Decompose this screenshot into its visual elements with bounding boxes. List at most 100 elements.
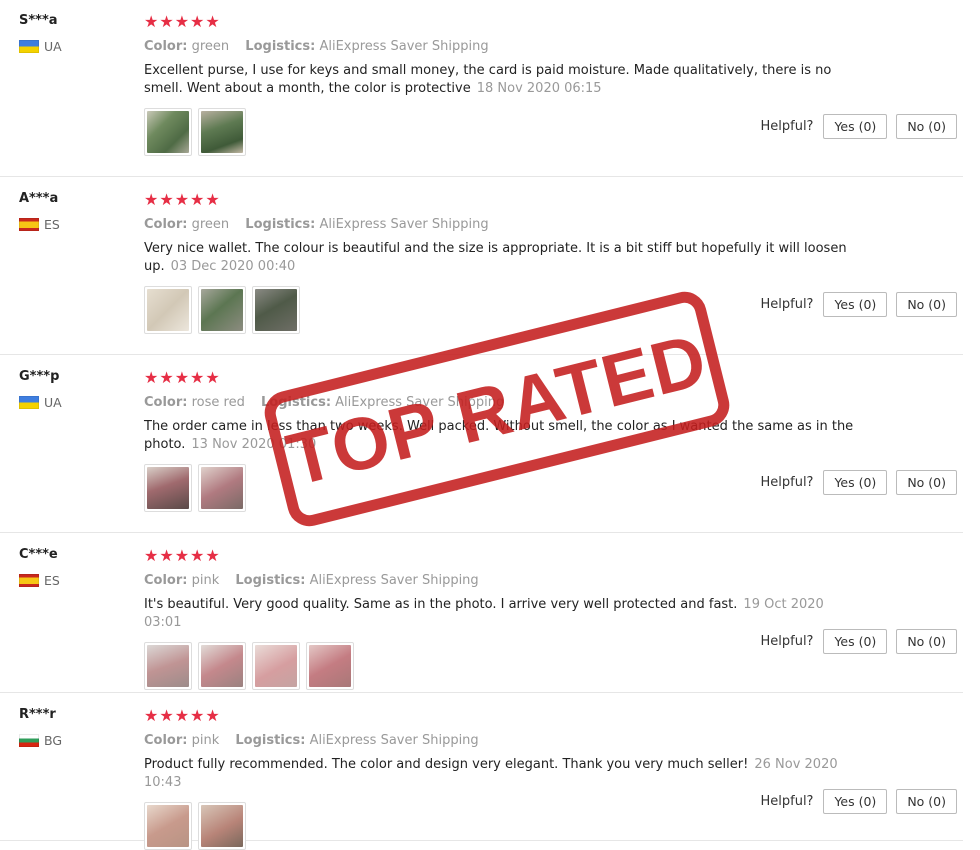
review-photo[interactable] <box>252 642 300 690</box>
reviewer-name: R***r <box>19 707 56 722</box>
review-text: The order came in less than two weeks. W… <box>144 418 864 454</box>
helpful-no-button[interactable]: No (0) <box>896 292 957 317</box>
star-rating: ★★★★★ <box>144 12 221 31</box>
reviewer-info: R***r BG <box>19 706 129 748</box>
color-value: pink <box>191 573 220 588</box>
review-photos <box>144 464 864 512</box>
country-code: UA <box>44 394 62 410</box>
reviewer-name: S***a <box>19 13 58 28</box>
star-rating: ★★★★★ <box>144 706 221 725</box>
flag-icon <box>19 733 39 747</box>
review-photo[interactable] <box>144 464 192 512</box>
review-item: G***p UA ★★★★★ Color: rose red Logistics… <box>0 356 963 533</box>
helpful-yes-button[interactable]: Yes (0) <box>823 292 888 317</box>
country-code: ES <box>44 572 60 588</box>
reviewer-info: A***a ES <box>19 190 129 232</box>
review-item: C***e ES ★★★★★ Color: pink Logistics: Al… <box>0 534 963 693</box>
helpful-controls: Helpful? Yes (0) No (0) <box>760 629 957 654</box>
flag-icon <box>19 573 39 587</box>
reviewer-country: ES <box>19 572 129 588</box>
review-meta: Color: green Logistics: AliExpress Saver… <box>144 38 864 56</box>
reviewer-name: C***e <box>19 547 58 562</box>
logistics-label: Logistics: <box>235 573 306 588</box>
review-date: 03 Dec 2020 00:40 <box>170 259 296 274</box>
reviewer-country: BG <box>19 732 129 748</box>
logistics-label: Logistics: <box>235 733 306 748</box>
country-code: UA <box>44 38 62 54</box>
review-photo[interactable] <box>198 108 246 156</box>
review-photo[interactable] <box>144 108 192 156</box>
helpful-no-button[interactable]: No (0) <box>896 114 957 139</box>
helpful-label: Helpful? <box>760 119 814 134</box>
reviewer-country: ES <box>19 216 129 232</box>
review-photo[interactable] <box>198 642 246 690</box>
reviewer-info: S***a UA <box>19 12 129 54</box>
helpful-no-button[interactable]: No (0) <box>896 470 957 495</box>
helpful-yes-button[interactable]: Yes (0) <box>823 114 888 139</box>
review-meta: Color: pink Logistics: AliExpress Saver … <box>144 732 864 750</box>
star-rating: ★★★★★ <box>144 546 221 565</box>
helpful-yes-button[interactable]: Yes (0) <box>823 629 888 654</box>
flag-icon <box>19 395 39 409</box>
color-value: pink <box>191 733 220 748</box>
review-photo[interactable] <box>144 286 192 334</box>
star-rating: ★★★★★ <box>144 190 221 209</box>
flag-icon <box>19 217 39 231</box>
color-value: rose red <box>191 395 245 410</box>
logistics-value: AliExpress Saver Shipping <box>319 217 489 232</box>
star-rating: ★★★★★ <box>144 368 221 387</box>
review-content: ★★★★★ Color: green Logistics: AliExpress… <box>144 13 864 156</box>
helpful-no-button[interactable]: No (0) <box>896 789 957 814</box>
helpful-label: Helpful? <box>760 794 814 809</box>
helpful-yes-button[interactable]: Yes (0) <box>823 789 888 814</box>
review-body: It's beautiful. Very good quality. Same … <box>144 597 738 612</box>
review-photo[interactable] <box>252 286 300 334</box>
review-photo[interactable] <box>144 802 192 850</box>
color-label: Color: <box>144 395 188 410</box>
helpful-controls: Helpful? Yes (0) No (0) <box>760 114 957 139</box>
helpful-controls: Helpful? Yes (0) No (0) <box>760 470 957 495</box>
color-label: Color: <box>144 39 188 54</box>
review-text: Excellent purse, I use for keys and smal… <box>144 62 864 98</box>
review-item: R***r BG ★★★★★ Color: pink Logistics: Al… <box>0 694 963 850</box>
review-text: Product fully recommended. The color and… <box>144 756 864 792</box>
flag-icon <box>19 39 39 53</box>
reviewer-country: UA <box>19 394 129 410</box>
country-code: ES <box>44 216 60 232</box>
logistics-value: AliExpress Saver Shipping <box>319 39 489 54</box>
helpful-yes-button[interactable]: Yes (0) <box>823 470 888 495</box>
review-photos <box>144 802 864 850</box>
review-meta: Color: green Logistics: AliExpress Saver… <box>144 216 864 234</box>
review-photo[interactable] <box>198 802 246 850</box>
review-text: Very nice wallet. The colour is beautifu… <box>144 240 864 276</box>
review-content: ★★★★★ Color: green Logistics: AliExpress… <box>144 191 864 334</box>
color-value: green <box>191 39 230 54</box>
review-photo[interactable] <box>198 286 246 334</box>
reviewer-info: G***p UA <box>19 368 129 410</box>
reviewer-country: UA <box>19 38 129 54</box>
review-date: 18 Nov 2020 06:15 <box>476 81 602 96</box>
helpful-no-button[interactable]: No (0) <box>896 629 957 654</box>
helpful-controls: Helpful? Yes (0) No (0) <box>760 789 957 814</box>
review-photo[interactable] <box>198 464 246 512</box>
reviewer-name: G***p <box>19 369 60 384</box>
review-content: ★★★★★ Color: rose red Logistics: AliExpr… <box>144 369 864 512</box>
color-label: Color: <box>144 217 188 232</box>
logistics-label: Logistics: <box>260 395 332 410</box>
review-text: It's beautiful. Very good quality. Same … <box>144 596 864 632</box>
review-item: A***a ES ★★★★★ Color: green Logistics: A… <box>0 178 963 355</box>
helpful-label: Helpful? <box>760 297 814 312</box>
logistics-label: Logistics: <box>245 39 316 54</box>
country-code: BG <box>44 732 63 748</box>
review-content: ★★★★★ Color: pink Logistics: AliExpress … <box>144 707 864 850</box>
review-body: Product fully recommended. The color and… <box>144 757 749 772</box>
review-content: ★★★★★ Color: pink Logistics: AliExpress … <box>144 547 864 690</box>
reviewer-info: C***e ES <box>19 546 129 588</box>
helpful-controls: Helpful? Yes (0) No (0) <box>760 292 957 317</box>
logistics-value: AliExpress Saver Shipping <box>309 733 479 748</box>
review-date: 13 Nov 2020 01:30 <box>191 437 317 452</box>
helpful-label: Helpful? <box>760 634 814 649</box>
review-photo[interactable] <box>306 642 354 690</box>
review-photos <box>144 108 864 156</box>
review-photo[interactable] <box>144 642 192 690</box>
